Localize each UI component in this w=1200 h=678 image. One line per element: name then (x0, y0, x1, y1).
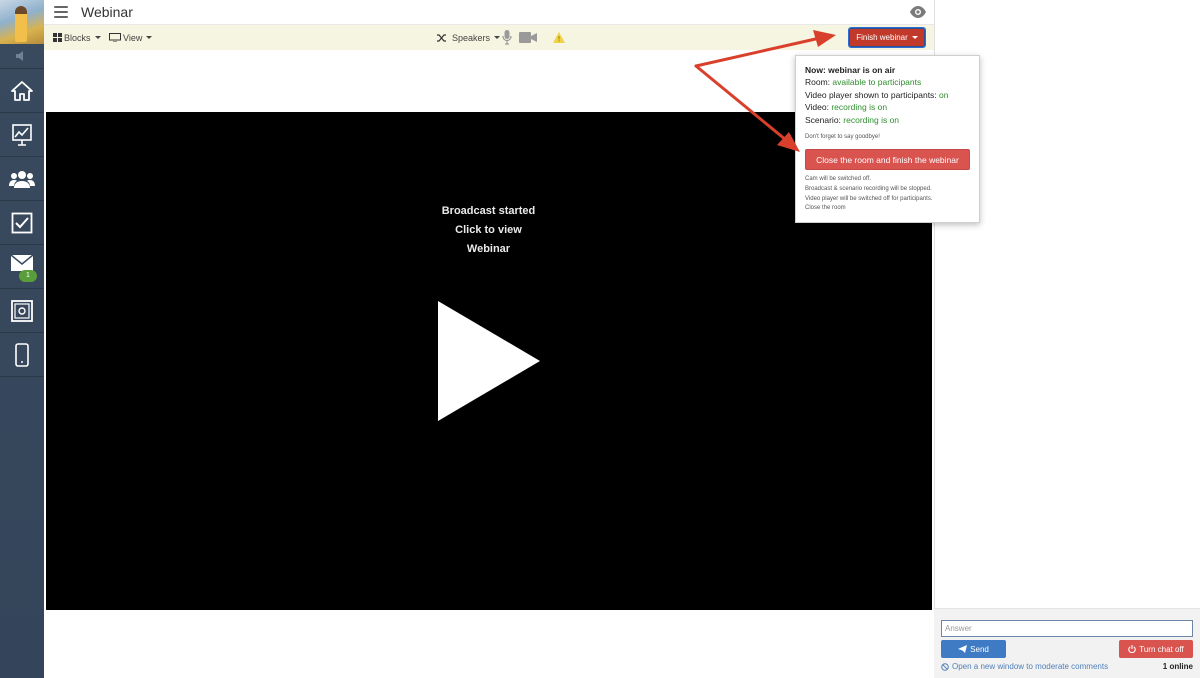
room-status-label: Room: (805, 77, 833, 87)
scenario-status-value: recording is on (843, 114, 900, 125)
room-status-value: available to participants (832, 77, 922, 87)
video-overlay-text: Broadcast started Click to view Webinar (426, 202, 551, 259)
left-sidebar: 1 (0, 0, 44, 678)
player-status: Video player shown to participants: on (805, 89, 970, 102)
ban-icon (941, 662, 949, 671)
speakers-label: Speakers (452, 32, 491, 43)
note-player: Video player will be switched off for pa… (805, 195, 933, 202)
video-line-2: Click to view (455, 224, 522, 236)
scenario-status: Scenario: recording is on (805, 114, 970, 127)
view-label: View (123, 32, 143, 43)
turn-chat-off-label: Turn chat off (1139, 644, 1184, 654)
blocks-dropdown[interactable]: Blocks (53, 25, 101, 50)
chart-icon[interactable] (0, 112, 44, 156)
eye-icon[interactable] (910, 5, 926, 23)
player-status-label: Video player shown to participants: (805, 89, 940, 100)
close-room-button[interactable]: Close the room and finish the webinar (805, 149, 970, 170)
video-line-1: Broadcast started (441, 205, 536, 217)
popover-notes: Cam will be switched off. Broadcast & sc… (805, 175, 970, 214)
page-title: Webinar (81, 4, 133, 20)
power-icon (1128, 645, 1137, 653)
video-line-3: Webinar (466, 243, 511, 255)
finish-webinar-popover: Now: webinar is on air Room: available t… (795, 55, 980, 223)
send-button[interactable]: Send (941, 640, 1006, 658)
moderate-comments-link[interactable]: Open a new window to moderate comments (941, 662, 1108, 671)
goodbye-note: Don't forget to say goodbye! (805, 134, 880, 140)
speakers-dropdown[interactable]: Speakers (437, 25, 501, 50)
warning-icon[interactable] (553, 25, 565, 50)
finish-webinar-button[interactable]: Finish webinar (848, 27, 926, 48)
phone-icon[interactable] (0, 332, 44, 377)
finish-webinar-label: Finish webinar (856, 33, 908, 42)
player-status-value: on (939, 89, 949, 100)
webinar-toolbar: Blocks View Speakers Finish webinar (44, 25, 934, 50)
speaker-icon[interactable] (0, 44, 44, 68)
avatar[interactable] (0, 0, 44, 44)
safe-icon[interactable] (0, 288, 44, 332)
turn-chat-off-button[interactable]: Turn chat off (1119, 640, 1193, 658)
room-status: Room: available to participants (805, 76, 970, 89)
shuffle-icon (437, 33, 446, 42)
home-icon[interactable] (0, 68, 44, 112)
blocks-label: Blocks (64, 32, 91, 43)
answer-input[interactable] (941, 620, 1193, 637)
mail-icon[interactable]: 1 (0, 244, 44, 288)
send-icon (958, 645, 968, 653)
moderate-comments-label: Open a new window to moderate comments (952, 662, 1109, 671)
chat-footer: Send Turn chat off Open a new window to … (934, 608, 1200, 678)
scenario-status-label: Scenario: (805, 114, 844, 125)
video-status-label: Video: (805, 102, 832, 112)
popover-heading: Now: webinar is on air (805, 65, 896, 75)
microphone-icon[interactable] (502, 25, 512, 50)
monitor-icon (109, 33, 121, 42)
menu-icon[interactable] (54, 6, 68, 18)
camera-icon[interactable] (519, 25, 537, 50)
checkbox-icon[interactable] (0, 200, 44, 244)
view-dropdown[interactable]: View (109, 25, 153, 50)
header-bar: Webinar (44, 0, 934, 25)
mail-badge: 1 (19, 270, 37, 282)
note-recording: Broadcast & scenario recording will be s… (805, 185, 932, 192)
play-icon[interactable] (438, 301, 540, 421)
blocks-icon (53, 33, 62, 42)
online-count: 1 online (1162, 662, 1193, 671)
send-label: Send (970, 644, 989, 654)
video-status-value: recording is on (831, 102, 888, 112)
note-close-room: Close the room (805, 205, 846, 212)
users-icon[interactable] (0, 156, 44, 200)
video-status: Video: recording is on (805, 101, 970, 114)
note-cam: Cam will be switched off. (805, 176, 871, 182)
